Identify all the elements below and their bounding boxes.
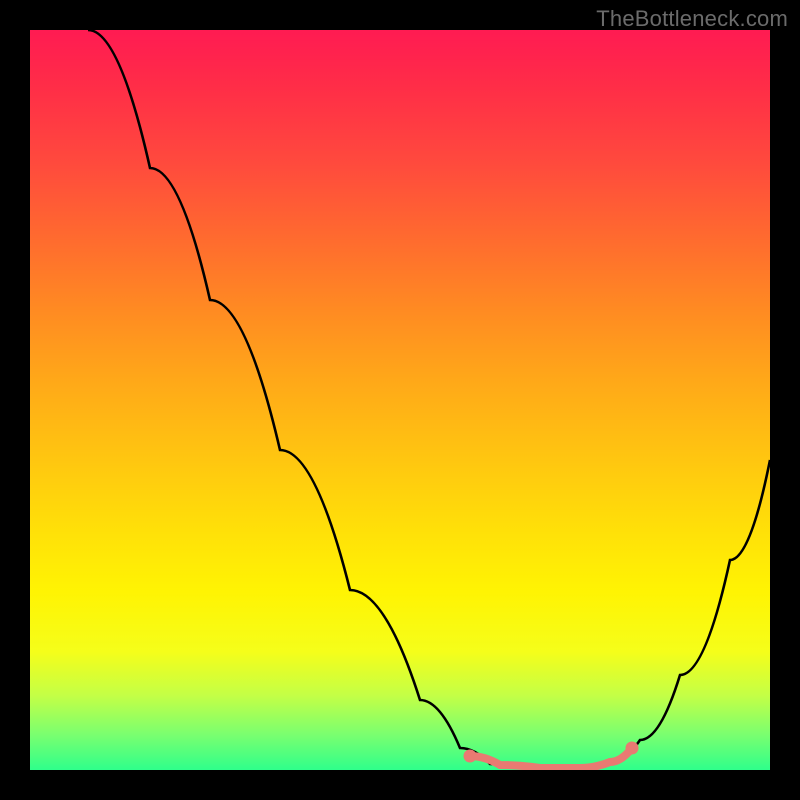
- highlight-marker: [464, 750, 477, 763]
- plot-area: [30, 30, 770, 770]
- chart-frame: TheBottleneck.com: [0, 0, 800, 800]
- highlight-segment: [464, 742, 639, 769]
- curve-line: [88, 30, 770, 768]
- chart-svg: [30, 30, 770, 770]
- highlight-marker: [626, 742, 639, 755]
- watermark-text: TheBottleneck.com: [596, 6, 788, 32]
